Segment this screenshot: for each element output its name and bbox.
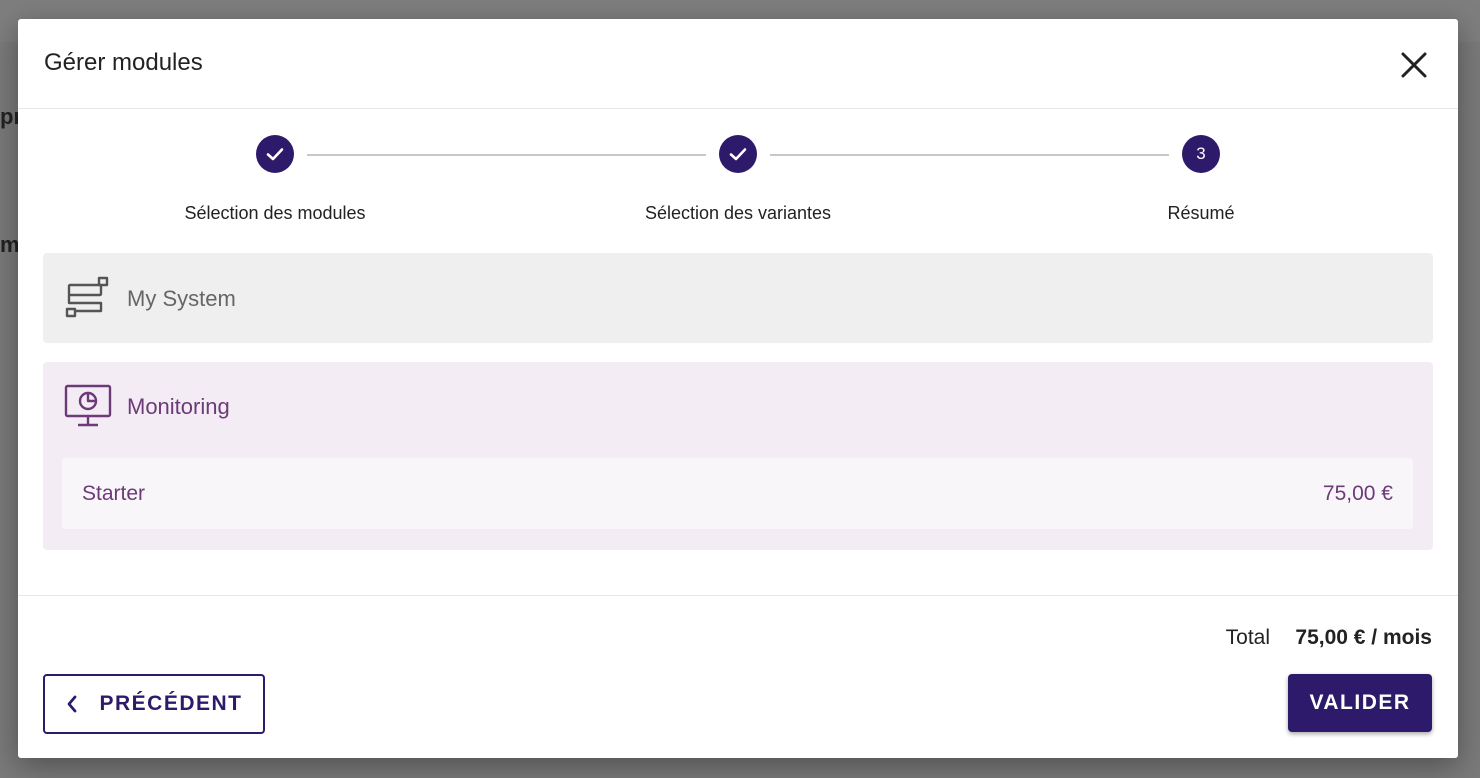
manage-modules-dialog: Gérer modules 3 Sélection des modules Sé… <box>18 19 1458 758</box>
close-icon <box>1401 52 1427 78</box>
system-card: My System <box>43 253 1433 343</box>
system-name: My System <box>127 286 236 311</box>
step-1-label: Sélection des modules <box>184 203 366 223</box>
step-2-label: Sélection des variantes <box>644 203 832 223</box>
step-3-label: Résumé <box>1167 203 1235 223</box>
check-icon <box>729 148 747 161</box>
monitor-chart-icon <box>64 384 112 427</box>
step-connector <box>307 154 706 156</box>
module-card: Monitoring Starter 75,00 € <box>43 362 1433 550</box>
variant-price: 75,00 € <box>1322 482 1393 505</box>
variant-name: Starter <box>82 482 146 505</box>
step-1-indicator <box>256 135 294 173</box>
step-3-indicator: 3 <box>1182 135 1220 173</box>
previous-button-label: PRÉCÉDENT <box>99 692 243 715</box>
dialog-header: Gérer modules <box>18 19 1458 109</box>
module-name: Monitoring <box>127 394 230 419</box>
variant-row: Starter 75,00 € <box>62 458 1413 529</box>
step-connector <box>770 154 1169 156</box>
step-number: 3 <box>1196 144 1206 163</box>
check-icon <box>266 148 284 161</box>
total-label: Total <box>1225 626 1270 649</box>
close-button[interactable] <box>1398 49 1430 81</box>
chevron-left-icon <box>68 695 77 713</box>
system-diagram-icon <box>65 276 109 318</box>
total-value: 75,00 € / mois <box>1295 626 1432 649</box>
dialog-title: Gérer modules <box>44 49 203 76</box>
previous-button[interactable]: PRÉCÉDENT <box>43 674 265 734</box>
validate-button[interactable]: VALIDER <box>1288 674 1432 732</box>
footer-divider <box>18 595 1458 596</box>
stepper: 3 Sélection des modules Sélection des va… <box>18 109 1458 239</box>
step-2-indicator <box>719 135 757 173</box>
validate-button-label: VALIDER <box>1309 691 1411 714</box>
